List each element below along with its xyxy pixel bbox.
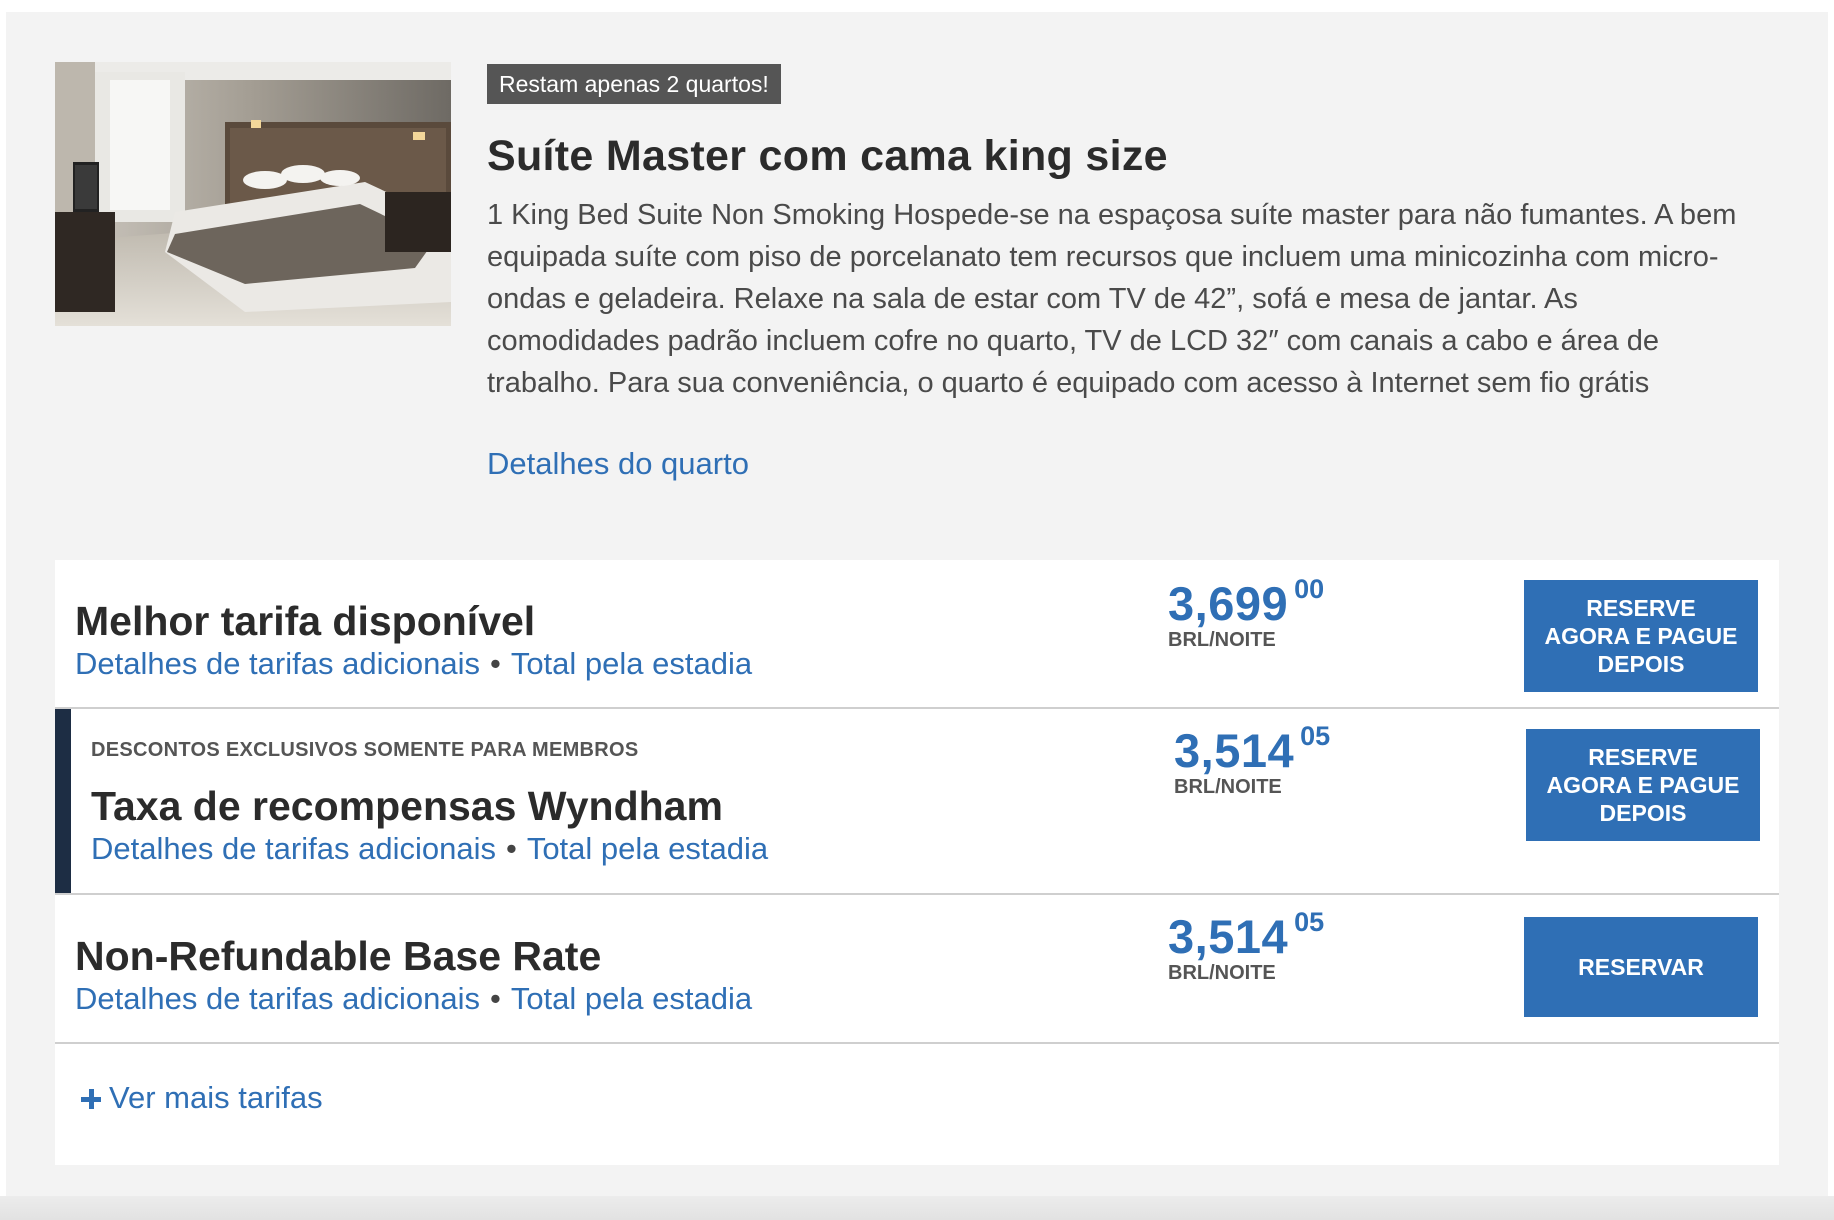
- rate-links: Detalhes de tarifas adicionais • Total pel…: [91, 831, 768, 867]
- room-description: 1 King Bed Suite Non Smoking Hospede-se …: [487, 199, 1737, 399]
- rate-price: 3,514 05 BRL/NOITE: [1174, 721, 1331, 799]
- rate-details-link[interactable]: Detalhes de tarifas adicionais: [75, 981, 480, 1016]
- price-amount: 3,514: [1174, 724, 1295, 777]
- hotel-room-image: [55, 62, 451, 326]
- stay-total-link[interactable]: Total pela estadia: [527, 831, 768, 866]
- rate-details-link[interactable]: Detalhes de tarifas adicionais: [75, 646, 480, 681]
- more-rates-label: Ver mais tarifas: [109, 1080, 323, 1115]
- price-cents: 05: [1294, 907, 1325, 937]
- plus-icon: [81, 1089, 101, 1109]
- link-separator: •: [505, 831, 517, 866]
- rate-name: Taxa de recompensas Wyndham: [91, 783, 723, 829]
- room-title: Suíte Master com cama king size: [487, 132, 1168, 180]
- room-card: Restam apenas 2 quartos! Suíte Master co…: [6, 12, 1828, 1220]
- rate-row-best-available: Melhor tarifa disponível Detalhes de tar…: [55, 560, 1779, 709]
- rates-panel: Melhor tarifa disponível Detalhes de tar…: [55, 560, 1779, 1165]
- room-details-link[interactable]: Detalhes do quarto: [487, 446, 749, 482]
- rate-price: 3,699 00 BRL/NOITE: [1168, 574, 1325, 652]
- price-amount: 3,514: [1168, 910, 1289, 963]
- price-cents: 05: [1300, 721, 1331, 751]
- rate-row-wyndham-rewards: DESCONTOS EXCLUSIVOS SOMENTE PARA MEMBRO…: [55, 709, 1779, 895]
- book-now-pay-later-button[interactable]: RESERVE AGORA E PAGUE DEPOIS: [1524, 580, 1758, 692]
- more-rates-link[interactable]: Ver mais tarifas: [81, 1080, 323, 1116]
- rate-name: Non-Refundable Base Rate: [75, 933, 602, 979]
- rate-name: Melhor tarifa disponível: [75, 598, 536, 644]
- rate-links: Detalhes de tarifas adicionais • Total pel…: [75, 646, 752, 682]
- price-unit: BRL/NOITE: [1168, 629, 1276, 651]
- page-bottom-edge: [0, 1196, 1834, 1220]
- rate-row-non-refundable: Non-Refundable Base Rate Detalhes de tar…: [55, 895, 1779, 1044]
- member-discount-label: DESCONTOS EXCLUSIVOS SOMENTE PARA MEMBRO…: [91, 739, 639, 761]
- price-amount: 3,699: [1168, 577, 1289, 630]
- price-unit: BRL/NOITE: [1168, 962, 1276, 984]
- rooms-left-badge: Restam apenas 2 quartos!: [487, 64, 781, 104]
- book-now-pay-later-button[interactable]: RESERVE AGORA E PAGUE DEPOIS: [1526, 729, 1760, 841]
- book-button[interactable]: RESERVAR: [1524, 917, 1758, 1017]
- stay-total-link[interactable]: Total pela estadia: [511, 646, 752, 681]
- stay-total-link[interactable]: Total pela estadia: [511, 981, 752, 1016]
- member-accent-bar: [55, 709, 71, 893]
- link-separator: •: [489, 981, 501, 1016]
- rate-details-link[interactable]: Detalhes de tarifas adicionais: [91, 831, 496, 866]
- rate-links: Detalhes de tarifas adicionais • Total pel…: [75, 981, 752, 1017]
- link-separator: •: [489, 646, 501, 681]
- price-cents: 00: [1294, 574, 1325, 604]
- room-photo: [55, 62, 451, 326]
- price-unit: BRL/NOITE: [1174, 776, 1282, 798]
- rate-price: 3,514 05 BRL/NOITE: [1168, 907, 1325, 985]
